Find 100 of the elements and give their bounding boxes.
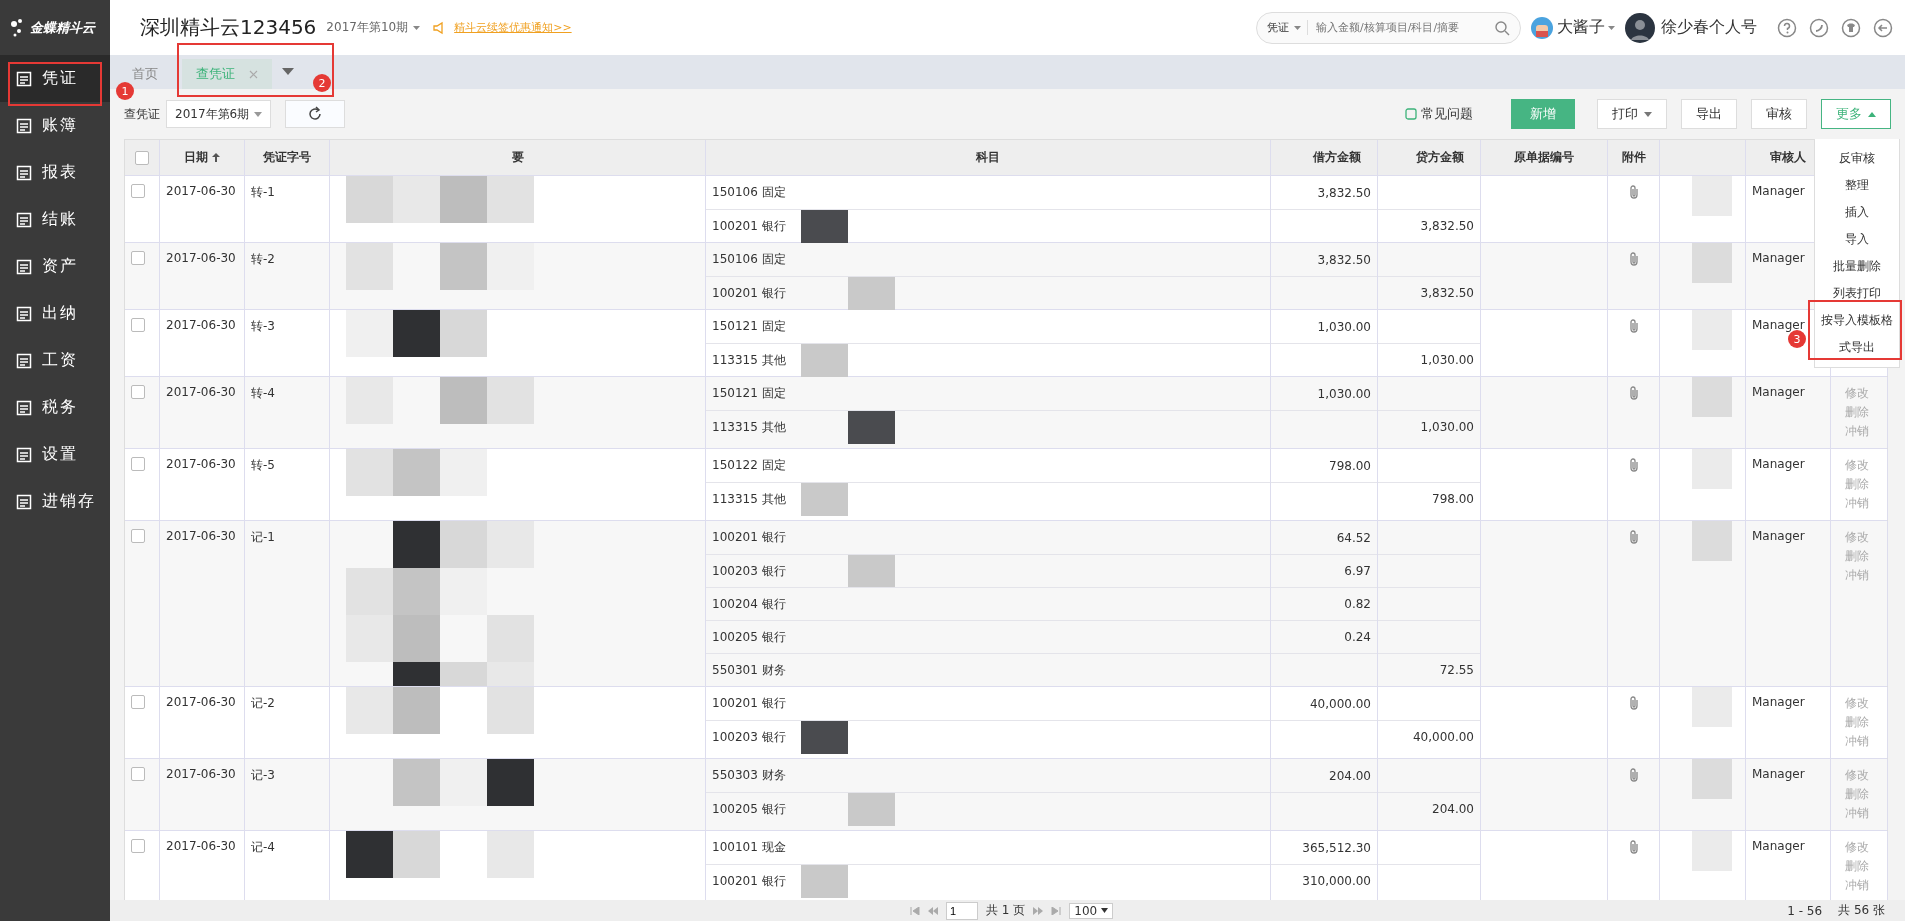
checkbox[interactable] [131, 695, 145, 709]
reviewer-cell: Manager [1752, 318, 1805, 332]
account-cell: 100201 银行 [712, 217, 786, 235]
checkbox[interactable] [131, 184, 145, 198]
menu-item[interactable]: 按导入模板格 [1821, 312, 1893, 329]
account-cell: 100101 现金 [712, 839, 786, 856]
caret-icon[interactable] [1608, 25, 1615, 30]
account-menu[interactable]: 大酱子 [1557, 17, 1605, 38]
paperclip-icon[interactable] [1627, 385, 1640, 401]
account-cell: 150106 固定 [712, 184, 786, 201]
refresh-button[interactable] [285, 100, 345, 128]
checkbox[interactable] [131, 251, 145, 265]
last-page-icon[interactable] [1051, 906, 1062, 915]
shirt-icon[interactable] [1841, 17, 1861, 38]
caret-icon [254, 111, 262, 117]
checkbox[interactable] [131, 529, 145, 543]
date-cell: 2017-06-30 [166, 767, 236, 781]
period-selector[interactable]: 2017年第10期 [326, 19, 409, 36]
toolbar-button[interactable]: 审核 [1751, 99, 1807, 129]
paperclip-icon[interactable] [1627, 767, 1640, 783]
date-cell: 2017-06-30 [166, 529, 236, 543]
account-cell: 100205 银行 [712, 628, 786, 646]
sidebar-item[interactable]: 报表 [0, 149, 110, 196]
reviewer-cell: Manager [1752, 457, 1805, 471]
checkbox[interactable] [131, 767, 145, 781]
document-icon [16, 211, 32, 228]
next-page-icon[interactable] [1033, 906, 1044, 915]
sidebar-item[interactable]: 出纳 [0, 290, 110, 337]
caret-icon [1101, 908, 1109, 913]
account-cell: 150121 固定 [712, 318, 786, 335]
paperclip-icon[interactable] [1627, 318, 1640, 334]
search-scope-select[interactable]: 凭证 [1267, 20, 1308, 35]
menu-item[interactable]: 式导出 [1839, 339, 1875, 356]
paperclip-icon[interactable] [1627, 839, 1640, 855]
back-icon[interactable] [1873, 17, 1893, 38]
help-icon[interactable] [1777, 17, 1797, 38]
paperclip-icon[interactable] [1627, 529, 1640, 545]
page-input[interactable]: 1 [946, 901, 978, 920]
previous-page-icon[interactable] [928, 906, 938, 915]
sidebar-item[interactable]: 结账 [0, 196, 110, 243]
amount-cell: 798.00 [1432, 492, 1474, 506]
checkbox[interactable] [131, 839, 145, 853]
voucher-number: 转-3 [251, 318, 275, 335]
sidebar-item[interactable]: 工资 [0, 337, 110, 384]
sidebar-item[interactable]: 账簿 [0, 102, 110, 149]
account-cell: 150121 固定 [712, 385, 786, 402]
column-header[interactable]: 日期 [184, 149, 208, 166]
checkbox[interactable] [131, 457, 145, 471]
checkbox[interactable] [135, 150, 149, 165]
period-select[interactable]: 2017年第6期 [166, 100, 271, 128]
paperclip-icon[interactable] [1627, 457, 1640, 473]
caret-icon[interactable] [282, 68, 294, 76]
paperclip-icon[interactable] [1627, 184, 1640, 200]
search-field[interactable]: 凭证 输入金额/核算项目/科目/摘要 [1256, 11, 1521, 44]
page-size-select[interactable]: 100 [1069, 902, 1114, 919]
faq-link[interactable]: 常见问题 [1405, 105, 1473, 123]
checkbox[interactable] [131, 385, 145, 399]
logo-text: 金蝶精斗云 [30, 18, 95, 37]
reviewer-cell: Manager [1752, 767, 1805, 781]
reviewer-cell: Manager [1752, 529, 1805, 543]
paperclip-icon[interactable] [1627, 251, 1640, 267]
amount-cell: 3,832.50 [1420, 286, 1474, 300]
amount-cell: 3,832.50 [1420, 219, 1474, 233]
close-icon[interactable] [249, 69, 258, 79]
date-cell: 2017-06-30 [166, 695, 236, 709]
first-page-icon[interactable] [910, 906, 920, 915]
voucher-number: 转-1 [251, 184, 275, 201]
sidebar-item[interactable]: 凭证 [0, 55, 110, 102]
menu-item[interactable]: 批量删除 [1833, 258, 1881, 275]
amount-cell: 1,030.00 [1317, 319, 1371, 334]
caret-icon [1644, 111, 1652, 117]
search-icon[interactable] [1494, 19, 1510, 36]
menu-item[interactable]: 插入 [1845, 204, 1869, 221]
sidebar-item[interactable]: 资产 [0, 243, 110, 290]
caret-icon [1868, 111, 1876, 117]
account-cell: 113315 其他 [712, 490, 786, 508]
date-cell: 2017-06-30 [166, 385, 236, 399]
menu-item[interactable]: 列表打印 [1833, 285, 1881, 302]
checkbox[interactable] [131, 318, 145, 332]
amount-cell: 6.97 [1344, 564, 1371, 578]
paperclip-icon[interactable] [1627, 695, 1640, 711]
document-icon [16, 117, 32, 134]
account-cell: 113315 其他 [712, 418, 786, 436]
account-cell: 100205 银行 [712, 800, 786, 818]
menu-item[interactable]: 整理 [1845, 177, 1869, 194]
menu-item[interactable]: 导入 [1845, 231, 1869, 248]
account-cell: 100201 银行 [712, 695, 786, 712]
sort-up-icon[interactable] [212, 153, 220, 162]
print-button[interactable]: 打印 [1597, 99, 1667, 129]
sidebar-item[interactable]: 进销存 [0, 478, 110, 525]
toolbar-button[interactable]: 导出 [1681, 99, 1737, 129]
user-name[interactable]: 徐少春个人号 [1661, 17, 1757, 38]
sidebar-item[interactable]: 税务 [0, 384, 110, 431]
sidebar-item[interactable]: 设置 [0, 431, 110, 478]
reviewer-cell: Manager [1752, 695, 1805, 709]
phone-icon[interactable] [1809, 17, 1829, 38]
caret-icon[interactable] [413, 25, 421, 30]
menu-item[interactable]: 反审核 [1839, 150, 1875, 167]
amount-cell: 204.00 [1329, 768, 1371, 783]
amount-cell: 40,000.00 [1309, 696, 1371, 711]
